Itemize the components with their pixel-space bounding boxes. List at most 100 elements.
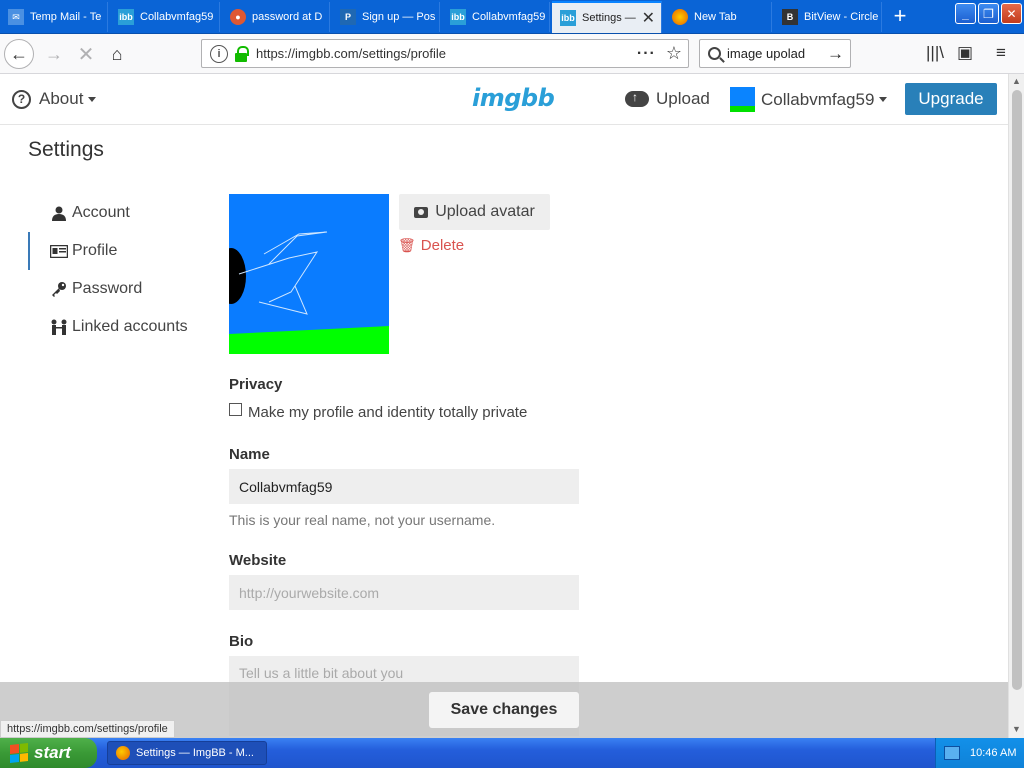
- camera-icon: [414, 206, 429, 218]
- scroll-down-icon[interactable]: ▼: [1012, 724, 1021, 734]
- home-button[interactable]: ⌂: [101, 38, 133, 70]
- imgbb-icon: ibb: [450, 9, 466, 25]
- system-tray: 10:46 AM: [935, 738, 1024, 768]
- firefox-icon: [672, 9, 688, 25]
- upgrade-button[interactable]: Upgrade: [905, 83, 997, 115]
- nav-item-profile[interactable]: Profile: [28, 232, 188, 270]
- privacy-option[interactable]: Make my profile and identity totally pri…: [229, 403, 527, 421]
- settings-nav: Account Profile Password Linked accounts: [28, 194, 188, 346]
- nav-item-password[interactable]: Password: [28, 270, 188, 308]
- tab-postimages[interactable]: P Sign up — Pos: [332, 2, 440, 32]
- search-icon: [708, 47, 721, 60]
- imgbb-icon: ibb: [560, 10, 576, 26]
- search-input[interactable]: image upolad: [727, 46, 827, 61]
- nav-label: Profile: [72, 242, 118, 259]
- bitview-icon: B: [782, 9, 798, 25]
- url-text[interactable]: https://imgbb.com/settings/profile: [256, 46, 637, 61]
- privacy-checkbox[interactable]: [229, 403, 242, 416]
- tab-settings[interactable]: ibb Settings — ✕: [552, 1, 662, 33]
- nav-label: Password: [72, 280, 143, 297]
- scroll-up-icon[interactable]: ▲: [1012, 76, 1021, 86]
- about-label: About: [39, 89, 84, 108]
- taskbar: start Settings — ImgBB - M... 10:46 AM: [0, 738, 1024, 768]
- name-hint: This is your real name, not your usernam…: [229, 512, 496, 528]
- network-icon[interactable]: [944, 746, 960, 760]
- postimages-icon: P: [340, 9, 356, 25]
- menu-icon[interactable]: ≡: [996, 43, 1006, 63]
- navigation-toolbar: ← → ✕ ⌂ i https://imgbb.com/settings/pro…: [0, 34, 1024, 74]
- tab-duckduckgo[interactable]: ● password at D: [222, 2, 330, 32]
- username: Collabvmfag59: [761, 89, 875, 109]
- upload-avatar-label: Upload avatar: [435, 203, 535, 220]
- lock-icon: [234, 45, 249, 62]
- upload-link[interactable]: Upload: [625, 89, 710, 109]
- task-label: Settings — ImgBB - M...: [136, 747, 254, 759]
- search-bar[interactable]: image upolad →: [699, 39, 851, 68]
- page-title: Settings: [28, 138, 104, 161]
- cloud-upload-icon: [625, 90, 649, 107]
- scrollbar-thumb[interactable]: [1012, 90, 1022, 690]
- nav-item-linked-accounts[interactable]: Linked accounts: [28, 308, 188, 346]
- library-icon[interactable]: |||\: [926, 43, 944, 63]
- status-url: https://imgbb.com/settings/profile: [0, 720, 175, 738]
- caret-down-icon: [879, 97, 888, 102]
- avatar: [730, 87, 755, 112]
- nav-label: Account: [72, 204, 130, 221]
- nav-label: Linked accounts: [72, 318, 188, 335]
- imgbb-icon: ibb: [118, 9, 134, 25]
- firefox-icon: [116, 746, 130, 760]
- id-card-icon: [50, 244, 68, 258]
- windows-logo-icon: [10, 743, 28, 763]
- tab-new-tab[interactable]: New Tab: [664, 2, 772, 32]
- name-label: Name: [229, 446, 270, 463]
- maximize-button[interactable]: ❐: [978, 3, 999, 24]
- trash-icon: 🗑: [398, 237, 416, 253]
- tab-collabvmfag59-1[interactable]: ibb Collabvmfag59: [110, 2, 220, 32]
- start-label: start: [34, 743, 71, 762]
- tab-collabvmfag59-2[interactable]: ibb Collabvmfag59: [442, 2, 550, 32]
- close-window-button[interactable]: ✕: [1001, 3, 1022, 24]
- bio-label: Bio: [229, 633, 254, 650]
- site-header: ? About imgbb Upload Collabvmfag59 Upgra…: [0, 74, 1008, 125]
- info-icon[interactable]: i: [210, 44, 228, 63]
- website-input[interactable]: http://yourwebsite.com: [229, 575, 579, 610]
- upload-avatar-button[interactable]: Upload avatar: [399, 194, 550, 230]
- linked-users-icon: [50, 319, 68, 335]
- privacy-checkbox-label[interactable]: Make my profile and identity totally pri…: [248, 404, 527, 421]
- web-page: ? About imgbb Upload Collabvmfag59 Upgra…: [0, 74, 1008, 738]
- tab-temp-mail[interactable]: ✉ Temp Mail - Te: [0, 2, 108, 32]
- privacy-label: Privacy: [229, 376, 283, 393]
- page-scrollbar[interactable]: ▲ ▼: [1008, 74, 1024, 738]
- browser-tab-bar: ✉ Temp Mail - Te ibb Collabvmfag59 ● pas…: [0, 0, 1024, 34]
- avatar-image: [229, 194, 389, 354]
- search-go-icon[interactable]: →: [827, 44, 844, 64]
- new-tab-button[interactable]: +: [886, 4, 914, 30]
- tab-bitview[interactable]: B BitView - Circle: [774, 2, 882, 32]
- upload-label: Upload: [656, 89, 710, 108]
- site-logo[interactable]: imgbb: [472, 84, 555, 112]
- mail-icon: ✉: [8, 9, 24, 25]
- close-tab-icon[interactable]: ✕: [642, 8, 655, 28]
- name-input[interactable]: Collabvmfag59: [229, 469, 579, 504]
- about-menu[interactable]: ? About: [12, 89, 97, 109]
- back-button[interactable]: ←: [4, 39, 34, 69]
- duckduckgo-icon: ●: [230, 9, 246, 25]
- save-changes-button[interactable]: Save changes: [429, 692, 579, 728]
- stop-button[interactable]: ✕: [70, 38, 102, 70]
- user-icon: [50, 206, 68, 221]
- sidebar-icon[interactable]: ▣: [957, 43, 973, 63]
- minimize-button[interactable]: _: [955, 3, 976, 24]
- clock: 10:46 AM: [970, 747, 1017, 759]
- page-actions-icon[interactable]: ···: [637, 45, 656, 63]
- taskbar-item-firefox[interactable]: Settings — ImgBB - M...: [107, 741, 267, 765]
- bookmark-star-icon[interactable]: ☆: [666, 43, 682, 64]
- start-button[interactable]: start: [0, 738, 97, 768]
- delete-label: Delete: [420, 237, 465, 254]
- forward-button[interactable]: →: [38, 38, 70, 70]
- nav-item-account[interactable]: Account: [28, 194, 188, 232]
- website-label: Website: [229, 552, 287, 569]
- user-menu[interactable]: Collabvmfag59: [730, 87, 888, 112]
- address-bar[interactable]: i https://imgbb.com/settings/profile ···…: [201, 39, 689, 68]
- delete-avatar-link[interactable]: 🗑 Delete: [398, 237, 464, 254]
- question-icon: ?: [12, 89, 31, 109]
